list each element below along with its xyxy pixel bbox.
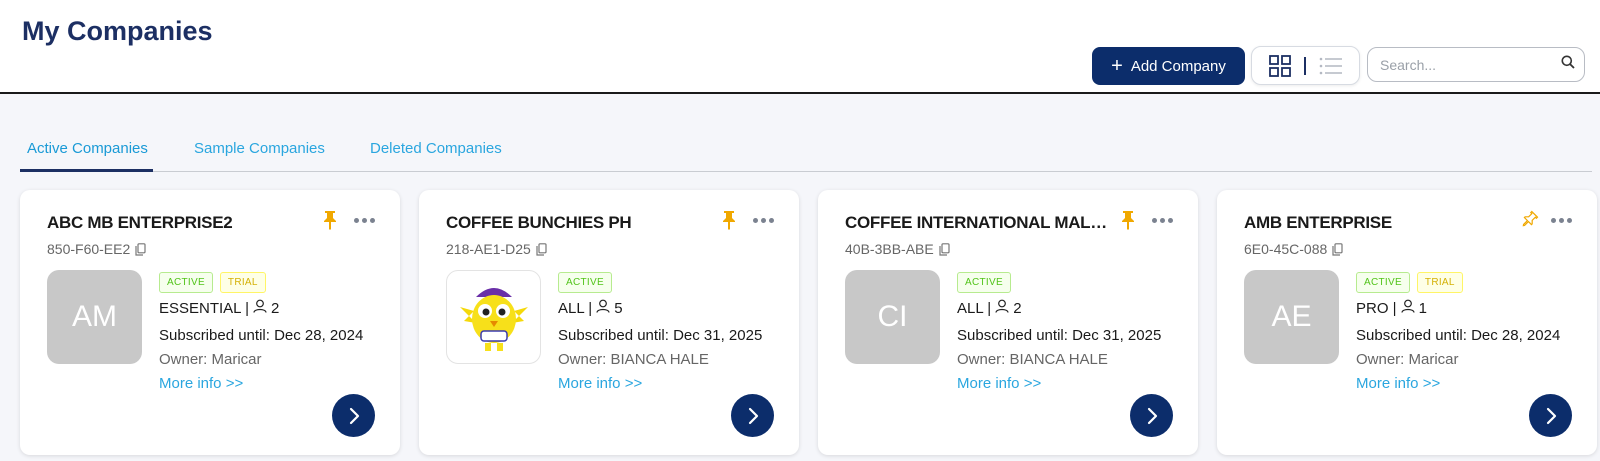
owner-name: Owner: BIANCA HALE — [558, 351, 709, 368]
grid-view-icon[interactable] — [1268, 54, 1291, 77]
status-badges: ACTIVE TRIAL — [159, 272, 266, 293]
add-company-label: Add Company — [1130, 57, 1226, 75]
subscription-date: Subscribed until: Dec 31, 2025 — [558, 327, 763, 344]
company-code: 218-AE1-D25 — [446, 241, 531, 257]
plan-line: PRO | 1 — [1356, 299, 1427, 317]
plan-line: ALL | 5 — [558, 299, 623, 317]
view-toggle — [1251, 46, 1360, 85]
pin-icon[interactable] — [721, 210, 737, 235]
active-badge: ACTIVE — [957, 272, 1011, 293]
page-header: My Companies + Add Company — [0, 0, 1600, 94]
chevron-right-icon — [1546, 407, 1556, 424]
open-company-button[interactable] — [1529, 394, 1572, 437]
chevron-right-icon — [1147, 407, 1157, 424]
company-card: ABC MB ENTERPRISE2 850-F60-EE2 AM ACTIVE… — [20, 190, 400, 455]
plan-name: ALL | — [957, 299, 992, 317]
copy-icon[interactable] — [939, 242, 950, 256]
pin-icon[interactable] — [1120, 210, 1136, 235]
user-count: 5 — [614, 299, 623, 317]
tab-sample-companies[interactable]: Sample Companies — [194, 140, 325, 157]
search-input[interactable] — [1380, 56, 1561, 73]
tab-deleted-companies[interactable]: Deleted Companies — [370, 140, 502, 157]
copy-icon[interactable] — [135, 242, 146, 256]
company-avatar: AM — [47, 270, 142, 364]
company-name: COFFEE INTERNATIONAL MALAYSIA — [845, 213, 1115, 232]
company-name: COFFEE BUNCHIES PH — [446, 213, 632, 232]
user-icon — [995, 299, 1009, 317]
active-tab-indicator — [20, 169, 153, 172]
owner-name: Owner: Maricar — [1356, 351, 1459, 368]
user-icon — [1400, 299, 1415, 317]
search-box — [1367, 47, 1585, 82]
add-company-button[interactable]: + Add Company — [1092, 47, 1245, 85]
copy-icon[interactable] — [536, 242, 547, 256]
search-icon[interactable] — [1561, 55, 1575, 74]
status-badges: ACTIVE — [957, 272, 1011, 293]
company-code: 850-F60-EE2 — [47, 241, 131, 257]
plan-name: ALL | — [558, 299, 593, 317]
more-info-link[interactable]: More info >> — [957, 375, 1041, 392]
mascot-logo — [459, 288, 528, 351]
subscription-date: Subscribed until: Dec 28, 2024 — [159, 327, 364, 344]
tab-active-companies[interactable]: Active Companies — [27, 140, 148, 157]
plan-name: ESSENTIAL | — [159, 299, 250, 317]
plan-line: ALL | 2 — [957, 299, 1022, 317]
active-badge: ACTIVE — [159, 272, 213, 293]
company-name: AMB ENTERPRISE — [1244, 213, 1392, 232]
subscription-date: Subscribed until: Dec 31, 2025 — [957, 327, 1162, 344]
plan-name: PRO | — [1356, 299, 1397, 317]
view-toggle-divider — [1303, 56, 1306, 75]
more-info-link[interactable]: More info >> — [558, 375, 642, 392]
user-count: 2 — [1013, 299, 1022, 317]
more-options-icon[interactable] — [1551, 218, 1572, 223]
company-card: AMB ENTERPRISE 6E0-45C-088 AE ACTIVE TRIA… — [1217, 190, 1597, 455]
more-options-icon[interactable] — [753, 218, 774, 223]
company-avatar: CI — [845, 270, 940, 364]
company-code-row: 6E0-45C-088 — [1244, 241, 1343, 257]
plus-icon: + — [1111, 55, 1123, 77]
list-view-icon[interactable] — [1319, 56, 1343, 76]
trial-badge: TRIAL — [219, 272, 266, 293]
owner-name: Owner: Maricar — [159, 351, 262, 368]
company-code-row: 40B-3BB-ABE — [845, 241, 950, 257]
open-company-button[interactable] — [731, 394, 774, 437]
status-badges: ACTIVE TRIAL — [1356, 272, 1463, 293]
company-avatar — [446, 270, 541, 364]
company-code: 40B-3BB-ABE — [845, 241, 934, 257]
company-code-row: 218-AE1-D25 — [446, 241, 547, 257]
company-code: 6E0-45C-088 — [1244, 241, 1328, 257]
company-avatar: AE — [1244, 270, 1339, 364]
more-options-icon[interactable] — [1152, 218, 1173, 223]
company-card: COFFEE BUNCHIES PH 218-AE1-D25 ACTIVE AL… — [419, 190, 799, 455]
trial-badge: TRIAL — [1416, 272, 1463, 293]
pin-icon[interactable] — [322, 210, 338, 235]
more-info-link[interactable]: More info >> — [1356, 375, 1440, 392]
copy-icon[interactable] — [1332, 242, 1343, 256]
active-badge: ACTIVE — [558, 272, 612, 293]
chevron-right-icon — [748, 407, 758, 424]
more-info-link[interactable]: More info >> — [159, 375, 243, 392]
company-tabs: Active Companies Sample Companies Delete… — [20, 134, 1592, 172]
user-icon — [596, 299, 610, 317]
open-company-button[interactable] — [1130, 394, 1173, 437]
owner-name: Owner: BIANCA HALE — [957, 351, 1108, 368]
active-badge: ACTIVE — [1356, 272, 1410, 293]
company-card: COFFEE INTERNATIONAL MALAYSIA 40B-3BB-AB… — [818, 190, 1198, 455]
user-icon — [253, 299, 267, 317]
chevron-right-icon — [349, 407, 359, 424]
company-name: ABC MB ENTERPRISE2 — [47, 213, 233, 232]
pin-icon[interactable] — [1519, 210, 1539, 235]
status-badges: ACTIVE — [558, 272, 612, 293]
company-code-row: 850-F60-EE2 — [47, 241, 146, 257]
page-title: My Companies — [22, 16, 213, 46]
subscription-date: Subscribed until: Dec 28, 2024 — [1356, 327, 1561, 344]
open-company-button[interactable] — [332, 394, 375, 437]
user-count: 2 — [271, 299, 280, 317]
plan-line: ESSENTIAL | 2 — [159, 299, 279, 317]
user-count: 1 — [1418, 299, 1427, 317]
more-options-icon[interactable] — [354, 218, 375, 223]
